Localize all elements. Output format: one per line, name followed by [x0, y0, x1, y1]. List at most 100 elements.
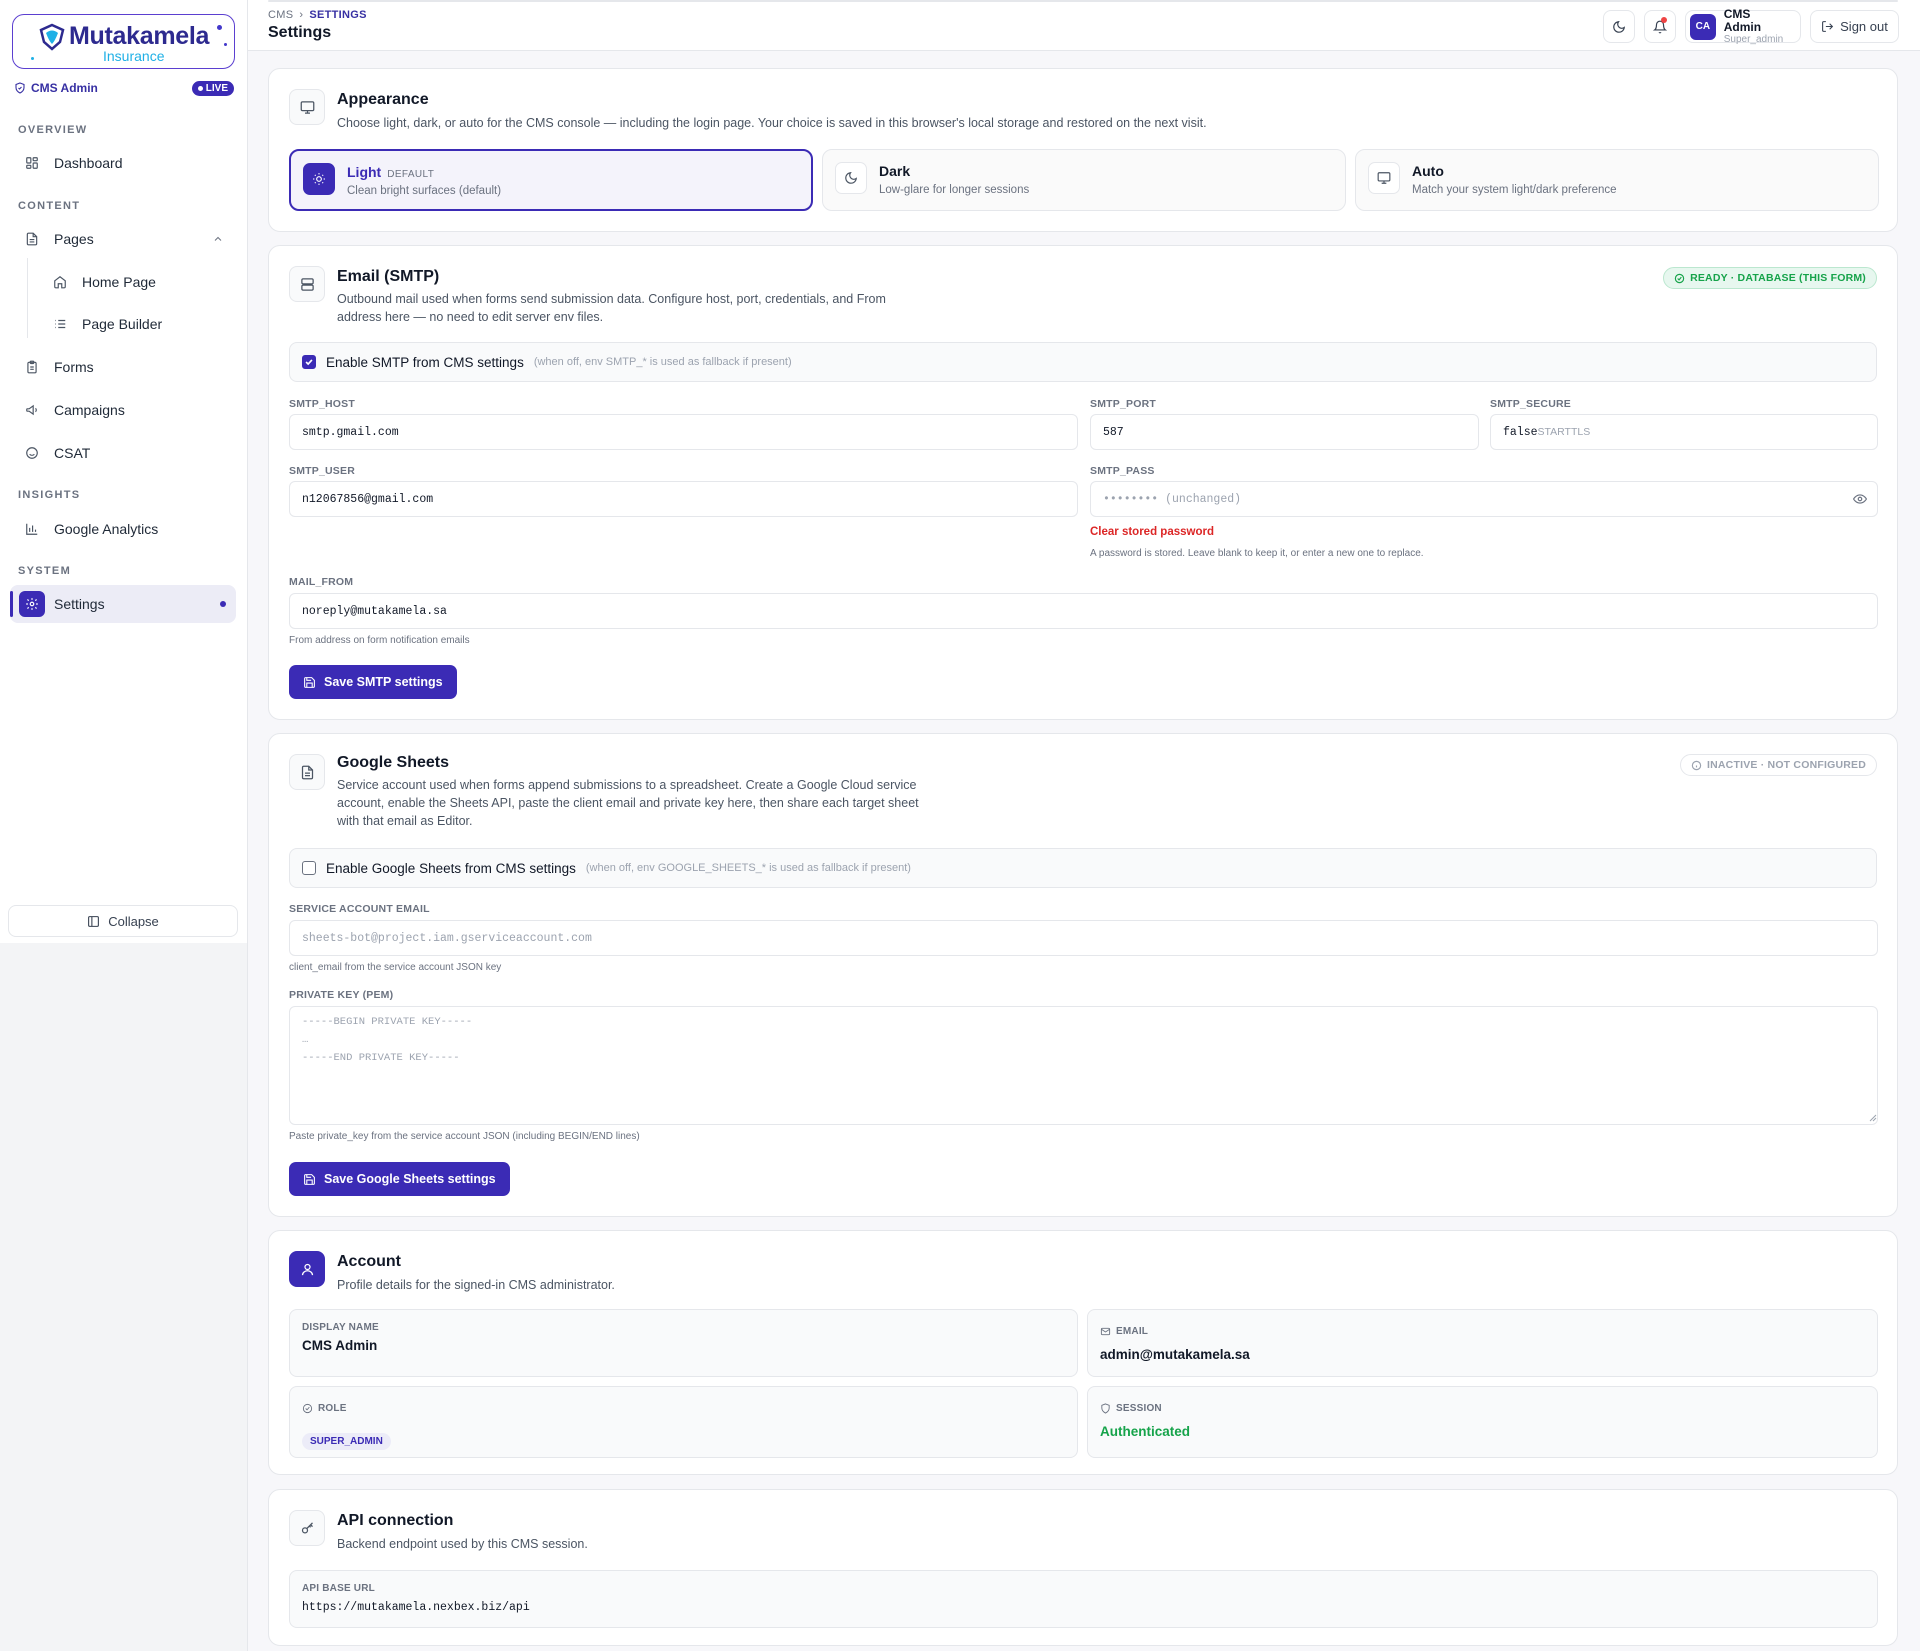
chevron-up-icon[interactable]: [212, 233, 224, 245]
notifications-button[interactable]: [1644, 10, 1676, 43]
api-connection-card: API connection Backend endpoint used by …: [268, 1489, 1898, 1646]
monitor-icon: [1368, 162, 1400, 194]
smtp-secure-select[interactable]: false STARTTLS: [1490, 414, 1878, 450]
active-indicator: [10, 591, 13, 617]
sidebar-empty-area: [0, 943, 247, 1651]
sidebar-item-campaigns[interactable]: Campaigns: [10, 391, 236, 429]
clear-password-link[interactable]: Clear stored password: [1090, 526, 1214, 538]
smtp-enable-checkbox[interactable]: [302, 355, 316, 369]
role-box: ROLE SUPER_ADMIN: [289, 1386, 1078, 1458]
smtp-pass-input[interactable]: •••••••• (unchanged): [1090, 481, 1878, 517]
theme-description: Match your system light/dark preference: [1412, 184, 1617, 196]
card-title: Email (SMTP): [337, 268, 440, 285]
save-smtp-button[interactable]: Save SMTP settings: [289, 665, 457, 699]
smtp-user-input[interactable]: n12067856@gmail.com: [289, 481, 1078, 517]
smtp-host-input[interactable]: smtp.gmail.com: [289, 414, 1078, 450]
brand-logo[interactable]: Mutakamela Insurance: [12, 14, 235, 69]
file-icon: [24, 231, 40, 247]
breadcrumb-root[interactable]: CMS: [268, 9, 293, 21]
email-box: EMAIL admin@mutakamela.sa: [1087, 1309, 1878, 1377]
smtp-secure-label: SMTP_SECURE: [1490, 398, 1571, 410]
google-sheets-card: Google Sheets Service account used when …: [268, 733, 1898, 1217]
smtp-secure-value: false: [1503, 425, 1538, 439]
smtp-enable-row[interactable]: Enable SMTP from CMS settings (when off,…: [289, 342, 1877, 382]
card-description: Choose light, dark, or auto for the CMS …: [337, 116, 1207, 130]
theme-name: Auto: [1412, 163, 1444, 179]
card-title: API connection: [337, 1512, 454, 1529]
sidebar-item-label: Forms: [54, 359, 94, 375]
smtp-pass-label: SMTP_PASS: [1090, 465, 1155, 477]
home-icon: [52, 274, 68, 290]
session-value: Authenticated: [1100, 1424, 1191, 1439]
sidebar-item-settings[interactable]: Settings: [10, 585, 236, 623]
section-insights: INSIGHTS: [18, 489, 81, 501]
theme-option-auto[interactable]: Auto Match your system light/dark prefer…: [1355, 149, 1879, 211]
service-email-hint: client_email from the service account JS…: [289, 962, 502, 973]
mail-from-label: MAIL_FROM: [289, 576, 354, 588]
theme-option-light[interactable]: Light DEFAULT Clean bright surfaces (defa…: [289, 149, 813, 211]
api-url-value: https://mutakamela.nexbex.biz/api: [302, 1601, 530, 1614]
sidebar-item-google-analytics[interactable]: Google Analytics: [10, 510, 236, 548]
card-title: Google Sheets: [337, 754, 450, 771]
resize-handle-icon[interactable]: [1869, 1114, 1877, 1122]
shield-icon: [1101, 1403, 1110, 1414]
sidebar-item-label: Home Page: [82, 274, 156, 290]
save-icon: [304, 676, 315, 688]
smtp-secure-note: STARTTLS: [1537, 426, 1591, 438]
email-label: EMAIL: [1116, 1326, 1149, 1337]
sheets-enable-label: Enable Google Sheets from CMS settings: [326, 860, 576, 876]
user-role: Super_admin: [1723, 33, 1784, 45]
key-icon: [289, 1510, 325, 1546]
sidebar-item-pages[interactable]: Pages: [10, 220, 236, 258]
smtp-pass-hint: A password is stored. Leave blank to kee…: [1090, 548, 1424, 559]
sheets-enable-checkbox[interactable]: [302, 861, 316, 875]
theme-option-dark[interactable]: Dark Low-glare for longer sessions: [822, 149, 1346, 211]
section-system: SYSTEM: [18, 565, 72, 577]
sidebar-item-forms[interactable]: Forms: [10, 348, 236, 386]
card-title: Account: [337, 1253, 401, 1270]
sidebar-item-dashboard[interactable]: Dashboard: [10, 144, 236, 182]
status-badge: INACTIVE · NOT CONFIGURED: [1680, 754, 1877, 776]
api-url-box: API BASE URL https://mutakamela.nexbex.b…: [289, 1570, 1878, 1628]
brand-sub: Insurance: [103, 48, 165, 64]
live-dot: [197, 85, 203, 91]
smtp-port-input[interactable]: 587: [1090, 414, 1479, 450]
status-badge: READY · DATABASE (THIS FORM): [1663, 267, 1877, 289]
card-description: address here — no need to edit server en…: [337, 310, 604, 324]
sign-out-label: Sign out: [1840, 19, 1888, 34]
sheets-enable-row[interactable]: Enable Google Sheets from CMS settings (…: [289, 848, 1877, 888]
save-sheets-button[interactable]: Save Google Sheets settings: [289, 1162, 510, 1196]
sidebar-item-label: Pages: [54, 231, 94, 247]
user-menu[interactable]: CA CMS Admin Super_admin: [1685, 6, 1801, 45]
sidebar-item-home-page[interactable]: Home Page: [38, 263, 236, 301]
save-smtp-label: Save SMTP settings: [324, 675, 443, 689]
collapse-button[interactable]: Collapse: [8, 905, 238, 937]
theme-toggle-button[interactable]: [1603, 10, 1635, 43]
sign-out-button[interactable]: Sign out: [1810, 10, 1899, 43]
eye-icon[interactable]: [1853, 492, 1867, 506]
account-card: Account Profile details for the signed-i…: [268, 1230, 1898, 1475]
display-name-value: CMS Admin: [302, 1338, 378, 1353]
grid-icon: [24, 155, 40, 171]
private-key-textarea[interactable]: -----BEGIN PRIVATE KEY----- … -----END P…: [289, 1006, 1878, 1125]
service-email-input[interactable]: sheets-bot@project.iam.gserviceaccount.c…: [289, 920, 1878, 956]
save-icon: [304, 1173, 315, 1185]
smtp-pass-placeholder: •••••••• (unchanged): [1103, 492, 1242, 506]
smile-icon: [24, 445, 40, 461]
service-email-label: SERVICE ACCOUNT EMAIL: [289, 903, 430, 915]
bar-chart-icon: [24, 521, 40, 537]
breadcrumb: CMS › SETTINGS: [268, 9, 367, 21]
card-description: Service account used when forms append s…: [337, 778, 917, 792]
sidebar-item-label: Page Builder: [82, 316, 163, 332]
monitor-icon: [289, 89, 325, 125]
sidebar-item-csat[interactable]: CSAT: [10, 434, 236, 472]
sidebar-item-page-builder[interactable]: Page Builder: [38, 305, 236, 343]
sun-icon: [303, 163, 335, 195]
avatar: CA: [1690, 13, 1716, 40]
sign-out-icon: [1822, 21, 1834, 32]
mail-from-input[interactable]: noreply@mutakamela.sa: [289, 593, 1878, 629]
logo-dot: [31, 57, 34, 60]
user-name: CMS Admin: [1723, 6, 1762, 34]
smtp-card: Email (SMTP) Outbound mail used when for…: [268, 245, 1898, 720]
logo-mark-icon: [39, 23, 65, 51]
